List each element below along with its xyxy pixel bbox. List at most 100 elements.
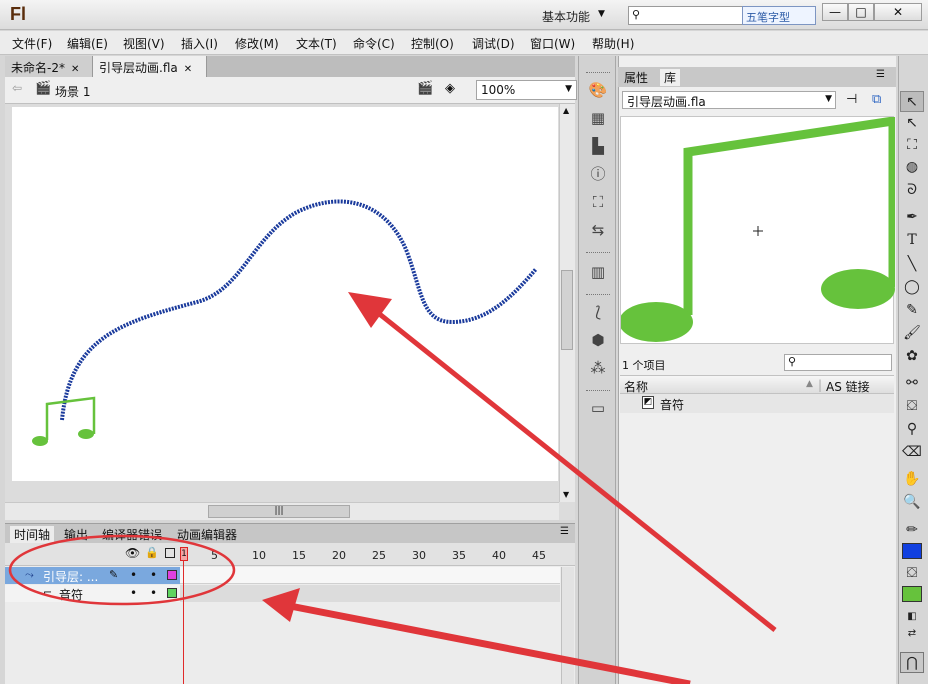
timeline-scrollbar[interactable]	[561, 567, 574, 684]
column-linkage[interactable]: AS 链接	[826, 378, 870, 395]
subselection-tool-icon[interactable]: ↖	[900, 113, 924, 134]
free-transform-tool-icon[interactable]: ⛶	[900, 135, 924, 156]
horizontal-scroll-thumb[interactable]: |||	[208, 505, 350, 518]
maximize-button[interactable]: □	[848, 3, 874, 21]
menu-debug[interactable]: 调试(D)	[472, 35, 515, 52]
fill-color-swatch[interactable]	[902, 586, 922, 602]
visibility-dot[interactable]: •	[130, 568, 137, 582]
transform-icon[interactable]: ⛶	[588, 192, 608, 212]
outline-icon[interactable]	[165, 548, 175, 558]
pencil-tool-icon[interactable]: ✎	[900, 300, 924, 321]
menu-modify[interactable]: 修改(M)	[235, 35, 279, 52]
lock-dot[interactable]: •	[150, 568, 157, 582]
lock-dot[interactable]: •	[150, 586, 157, 600]
tab-guide-animation[interactable]: 引导层动画.fla ✕	[93, 56, 207, 77]
edit-symbols-icon[interactable]: ◈	[445, 81, 455, 96]
align-icon[interactable]: ▙	[588, 136, 608, 156]
hand-tool-icon[interactable]: ✋	[900, 469, 924, 490]
3d-rotation-tool-icon[interactable]: ◍	[900, 157, 924, 178]
color-palette-icon[interactable]: 🎨	[588, 80, 608, 100]
dock-grip[interactable]	[586, 294, 610, 297]
frame-row-guide[interactable]	[180, 567, 560, 584]
tab-untitled-2[interactable]: 未命名-2* ✕	[5, 56, 93, 77]
eraser-tool-icon[interactable]: ⌫	[900, 442, 924, 463]
history-icon[interactable]: ⇆	[588, 220, 608, 240]
stroke-color-swatch[interactable]	[902, 543, 922, 559]
chevron-up-icon[interactable]: ▲	[563, 106, 569, 115]
frame-row-note[interactable]	[180, 585, 560, 602]
close-icon[interactable]: ✕	[184, 64, 192, 75]
layer-row-note[interactable]: ⌐ 音符 • •	[5, 585, 180, 602]
close-icon[interactable]: ✕	[71, 64, 79, 75]
eye-icon[interactable]: 👁	[125, 546, 140, 560]
tab-library[interactable]: 库	[660, 69, 681, 86]
tab-timeline[interactable]: 时间轴	[10, 526, 55, 543]
library-search-input[interactable]: ⚲	[784, 354, 892, 371]
menu-text[interactable]: 文本(T)	[296, 35, 337, 52]
pin-icon[interactable]: ⊣	[846, 92, 857, 107]
bone-tool-icon[interactable]: ⚯	[900, 373, 924, 394]
back-arrow-icon[interactable]: ⇦	[12, 81, 22, 95]
menu-file[interactable]: 文件(F)	[12, 35, 52, 52]
chevron-down-icon[interactable]: ▼	[598, 9, 605, 19]
menu-insert[interactable]: 插入(I)	[181, 35, 218, 52]
library-item[interactable]: ◩ 音符	[620, 394, 894, 413]
dock-grip[interactable]	[586, 390, 610, 393]
menu-commands[interactable]: 命令(C)	[353, 35, 395, 52]
vertical-scroll-thumb[interactable]	[561, 270, 573, 350]
brush-tool-icon[interactable]: 🖌	[900, 323, 924, 344]
menu-window[interactable]: 窗口(W)	[530, 35, 575, 52]
info-icon[interactable]: ⓘ	[588, 164, 608, 184]
outline-color-swatch[interactable]	[167, 588, 177, 598]
sort-up-icon[interactable]: ▲	[806, 379, 813, 389]
swatches-icon[interactable]: ▦	[588, 108, 608, 128]
text-tool-icon[interactable]: T	[900, 230, 924, 251]
new-library-panel-icon[interactable]: ⧉	[872, 92, 881, 107]
minimize-button[interactable]: —	[822, 3, 848, 21]
menu-control[interactable]: 控制(O)	[411, 35, 454, 52]
library-icon[interactable]: ▥	[588, 262, 608, 282]
outline-color-swatch[interactable]	[167, 570, 177, 580]
column-name[interactable]: 名称	[624, 378, 648, 395]
chevron-down-icon[interactable]: ▼	[563, 490, 569, 499]
layer-name[interactable]: 引导层: ...	[43, 568, 98, 585]
panel-menu-icon[interactable]: ☰	[876, 69, 885, 80]
ime-indicator[interactable]: 五笔字型	[742, 6, 816, 25]
library-document-select[interactable]: 引导层动画.fla ▼	[622, 91, 836, 109]
playhead[interactable]: 1	[180, 547, 188, 561]
actions-icon[interactable]: ⟅	[588, 302, 608, 322]
movie-explorer-icon[interactable]: ▭	[588, 398, 608, 418]
menu-view[interactable]: 视图(V)	[123, 35, 165, 52]
tab-compiler-errors[interactable]: 编译器错误	[98, 526, 166, 543]
lock-icon[interactable]: 🔒	[145, 546, 159, 559]
zoom-tool-icon[interactable]: 🔍	[900, 492, 924, 513]
deco-tool-icon[interactable]: ✿	[900, 346, 924, 367]
tab-motion-editor[interactable]: 动画编辑器	[173, 526, 241, 543]
visibility-dot[interactable]: •	[130, 586, 137, 600]
paint-bucket-tool-icon[interactable]: ⛋	[900, 396, 924, 417]
panel-menu-icon[interactable]: ☰	[560, 526, 569, 537]
menu-help[interactable]: 帮助(H)	[592, 35, 634, 52]
oval-tool-icon[interactable]: ◯	[900, 277, 924, 298]
components-icon[interactable]: ⬢	[588, 330, 608, 350]
layer-row-guide[interactable]: ⤳ 引导层: ... ✎ • •	[5, 567, 180, 584]
zoom-select[interactable]: 100% ▼	[476, 80, 577, 100]
tab-properties[interactable]: 属性	[620, 69, 652, 86]
swap-colors-icon[interactable]: ⇄	[900, 623, 924, 644]
edit-scene-icon[interactable]: 🎬	[417, 81, 433, 96]
dock-grip[interactable]	[586, 252, 610, 255]
motion-presets-icon[interactable]: ⁂	[588, 358, 608, 378]
lasso-tool-icon[interactable]: ᘐ	[900, 180, 924, 201]
pen-tool-icon[interactable]: ✒	[900, 207, 924, 228]
eyedropper-tool-icon[interactable]: ⚲	[900, 419, 924, 440]
workspace-switcher[interactable]: 基本功能	[542, 8, 590, 25]
menu-edit[interactable]: 编辑(E)	[67, 35, 108, 52]
selection-tool-icon[interactable]: ↖	[900, 91, 924, 112]
layer-name[interactable]: 音符	[59, 586, 83, 603]
dock-grip[interactable]	[586, 72, 610, 75]
stage-canvas[interactable]	[12, 107, 558, 481]
snap-to-objects-icon[interactable]: ⋂	[900, 652, 924, 673]
tab-output[interactable]: 输出	[60, 526, 92, 543]
close-button[interactable]: ✕	[874, 3, 922, 21]
line-tool-icon[interactable]: ╲	[900, 254, 924, 275]
